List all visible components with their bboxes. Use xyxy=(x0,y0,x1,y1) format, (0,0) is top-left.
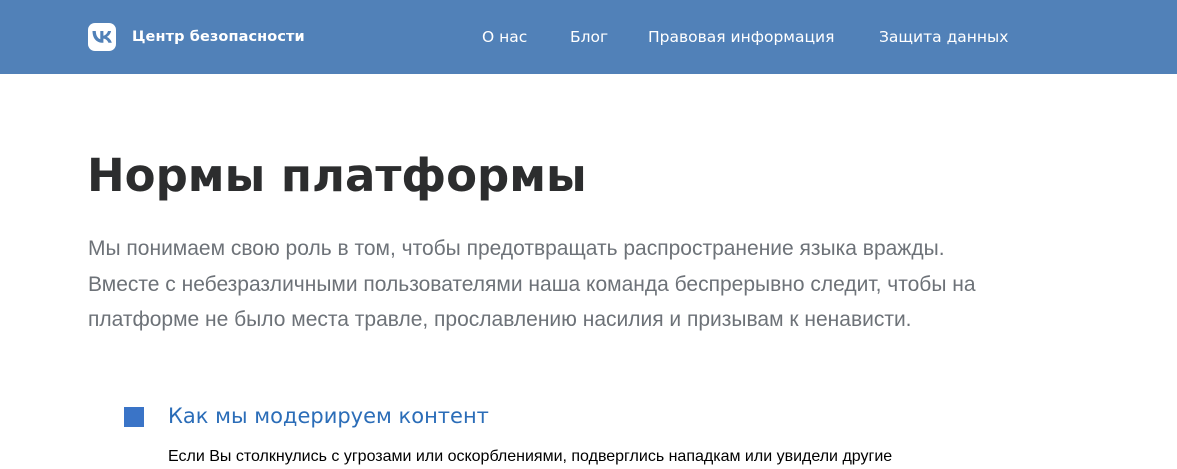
section-title-moderation[interactable]: Как мы модерируем контент xyxy=(168,400,489,432)
brand-name: Центр безопасности xyxy=(132,29,305,45)
section-body-text: Если Вы столкнулись с угрозами или оскор… xyxy=(168,448,893,465)
nav-link-about[interactable]: О нас xyxy=(482,27,527,47)
page-title: Нормы платформы xyxy=(87,149,587,202)
nav-link-privacy[interactable]: Защита данных xyxy=(879,27,1008,47)
nav-link-blog[interactable]: Блог xyxy=(570,27,608,47)
lead-line: Мы понимаем свою роль в том, чтобы предо… xyxy=(88,237,945,260)
lead-line: Вместе с небезразличными пользователями … xyxy=(88,272,976,296)
lead-paragraph: Мы понимаем свою роль в том, чтобы предо… xyxy=(88,231,1088,338)
vk-logo-icon xyxy=(88,23,116,51)
lead-line: платформе не было места травле, прославл… xyxy=(88,308,912,331)
brand-link[interactable]: Центр безопасности xyxy=(88,22,305,52)
top-header: Центр безопасности О нас Блог Правовая и… xyxy=(0,0,1177,74)
section-marker-square xyxy=(124,407,144,427)
nav-link-legal[interactable]: Правовая информация xyxy=(648,27,834,47)
